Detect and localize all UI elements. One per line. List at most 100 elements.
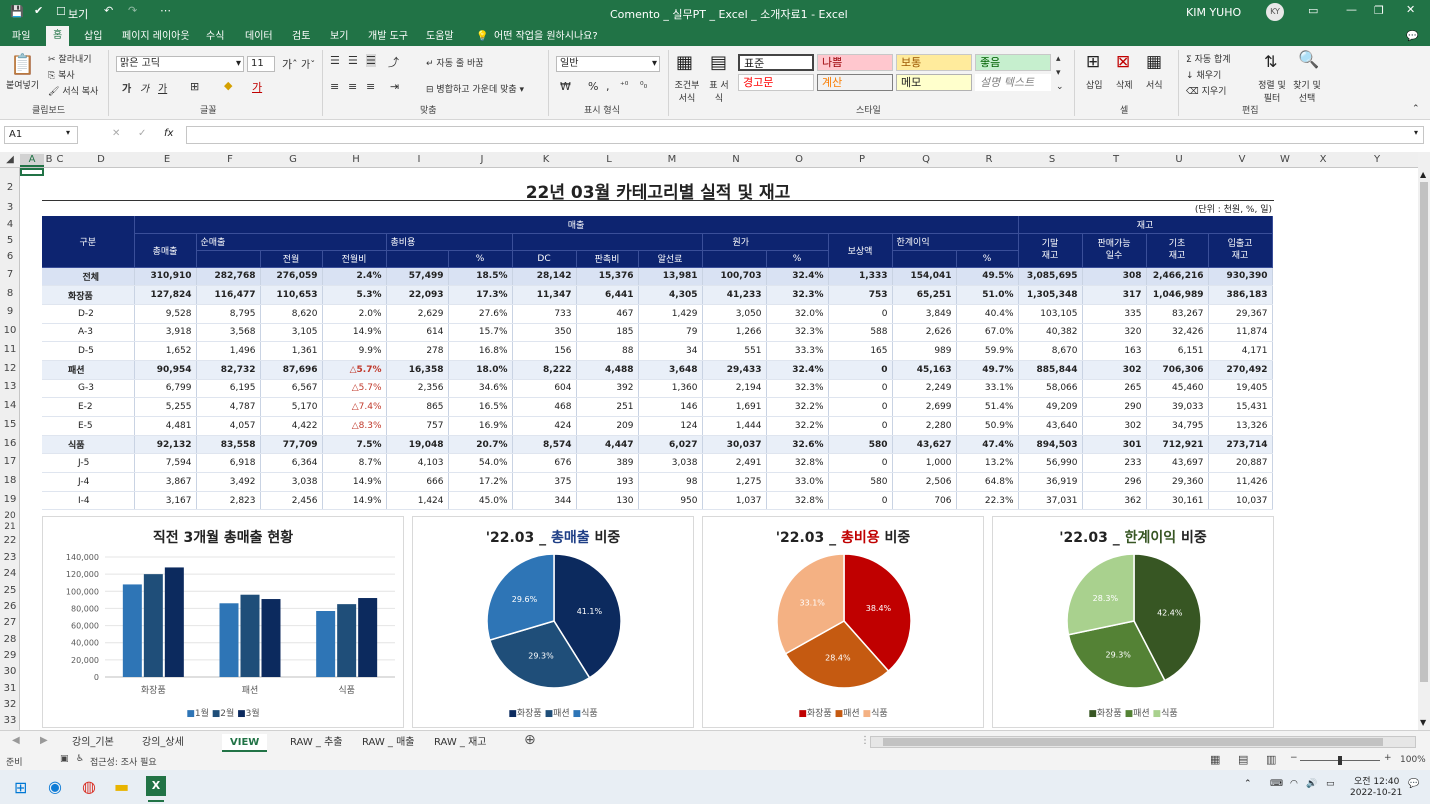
table-cell[interactable]: 580 [828, 472, 893, 492]
font-color-icon[interactable]: 가 [252, 79, 262, 95]
column-header[interactable]: L [578, 154, 640, 165]
table-cell[interactable]: 32.2% [766, 397, 829, 417]
table-cell[interactable]: 6,364 [260, 453, 323, 474]
table-cell[interactable]: 3,167 [134, 491, 197, 511]
table-cell[interactable]: 146 [638, 397, 703, 417]
function-icon[interactable]: fx [164, 128, 173, 139]
paste-button[interactable]: 붙여넣기 [6, 78, 39, 91]
prev-sheet-icon[interactable]: ◀ [12, 735, 20, 746]
table-cell[interactable]: 6,799 [134, 379, 197, 399]
table-cell[interactable]: 34,795 [1146, 416, 1209, 436]
table-cell[interactable]: 47.4% [956, 435, 1019, 455]
table-cell[interactable]: 77,709 [260, 435, 323, 455]
table-cell[interactable]: 344 [512, 491, 577, 511]
file-explorer-icon[interactable]: ▬ [114, 777, 129, 796]
hscroll-thumb[interactable] [883, 738, 1383, 746]
table-cell[interactable]: 1,266 [702, 323, 767, 343]
column-header[interactable]: I [388, 154, 450, 165]
table-cell[interactable]: 1,444 [702, 416, 767, 436]
table-cell[interactable]: 33.1% [956, 379, 1019, 399]
table-cell[interactable]: 14.9% [322, 323, 387, 343]
row-header[interactable]: 18 [0, 475, 20, 486]
indent-icon[interactable]: ⇥ [390, 80, 399, 93]
format-cells-icon[interactable]: ▦ [1146, 52, 1162, 72]
table-cell[interactable]: G-3 [42, 379, 135, 399]
tab-page-layout[interactable]: 페이지 레이아웃 [122, 28, 190, 46]
column-header[interactable]: S [1020, 154, 1084, 165]
tab-formulas[interactable]: 수식 [206, 28, 224, 46]
chevron-up-icon[interactable]: ⌃ [1244, 779, 1252, 789]
table-cell[interactable]: 1,429 [638, 304, 703, 324]
table-cell[interactable]: 34.6% [448, 379, 513, 399]
style-scroll-up-icon[interactable]: ▴ [1056, 54, 1061, 64]
table-cell[interactable]: 0 [828, 360, 893, 380]
table-cell[interactable]: 950 [638, 491, 703, 511]
table-cell[interactable]: 156 [512, 341, 577, 361]
row-header[interactable]: 23 [0, 552, 20, 563]
table-cell[interactable]: 320 [1082, 323, 1147, 343]
table-cell[interactable]: 865 [386, 397, 449, 417]
style-good[interactable]: 좋음 [975, 54, 1051, 71]
tab-help[interactable]: 도움말 [426, 28, 454, 46]
row-header[interactable]: 30 [0, 666, 20, 677]
horizontal-scrollbar[interactable] [870, 736, 1416, 748]
align-middle-icon[interactable]: ☰ [348, 54, 358, 67]
table-cell[interactable]: 185 [576, 323, 639, 343]
accessibility-status[interactable]: 접근성: 조사 필요 [90, 755, 157, 768]
table-cell[interactable]: 16,358 [386, 360, 449, 380]
table-cell[interactable]: D-2 [42, 304, 135, 324]
table-cell[interactable]: 4,447 [576, 435, 639, 455]
increase-decimal-icon[interactable]: ⁺⁰ [620, 81, 628, 91]
insert-cells-icon[interactable]: ⊞ [1086, 52, 1100, 72]
table-cell[interactable]: 32.4% [766, 360, 829, 380]
table-cell[interactable]: 29,367 [1208, 304, 1273, 324]
column-header[interactable]: P [830, 154, 894, 165]
table-cell[interactable]: 7,594 [134, 453, 197, 474]
table-cell[interactable]: 308 [1082, 267, 1147, 287]
table-cell[interactable]: 57,499 [386, 267, 449, 287]
table-cell[interactable]: 3,648 [638, 360, 703, 380]
table-cell[interactable]: 30,037 [702, 435, 767, 455]
table-cell[interactable]: 335 [1082, 304, 1147, 324]
table-cell[interactable]: 화장품 [42, 285, 135, 305]
find-select-button[interactable]: 찾기 및 선택 [1290, 78, 1324, 104]
table-cell[interactable]: 32.3% [766, 379, 829, 399]
table-cell[interactable]: 45.0% [448, 491, 513, 511]
table-cell[interactable]: 32.8% [766, 491, 829, 511]
align-right-icon[interactable]: ≡ [366, 80, 375, 93]
table-cell[interactable]: 4,422 [260, 416, 323, 436]
table-cell[interactable]: 30,161 [1146, 491, 1209, 511]
table-cell[interactable]: 0 [828, 453, 893, 474]
table-cell[interactable]: 296 [1082, 472, 1147, 492]
table-cell[interactable]: 2,456 [260, 491, 323, 511]
cancel-icon[interactable]: ✕ [112, 128, 120, 139]
table-cell[interactable]: 4,057 [196, 416, 261, 436]
copy-button[interactable]: ⎘ 복사 [48, 68, 75, 81]
table-cell[interactable]: 19,405 [1208, 379, 1273, 399]
table-cell[interactable]: 11,426 [1208, 472, 1273, 492]
select-all-corner[interactable]: ◢ [0, 154, 20, 165]
table-cell[interactable]: 43,627 [892, 435, 957, 455]
column-header[interactable]: N [704, 154, 768, 165]
redo-icon[interactable]: ↷ [128, 4, 137, 17]
row-header[interactable]: 20 [0, 511, 20, 521]
add-sheet-icon[interactable]: ⊕ [524, 732, 536, 748]
table-cell[interactable]: 0 [828, 397, 893, 417]
table-cell[interactable]: 32.4% [766, 267, 829, 287]
tab-review[interactable]: 검토 [292, 28, 310, 46]
column-header[interactable]: B [44, 154, 54, 165]
row-header[interactable]: 9 [0, 306, 20, 317]
wrap-text-button[interactable]: ↵ 자동 줄 바꿈 [426, 56, 484, 69]
table-cell[interactable]: 989 [892, 341, 957, 361]
windows-start-icon[interactable]: ⊞ [14, 778, 27, 797]
table-cell[interactable]: 88 [576, 341, 639, 361]
table-cell[interactable]: J-5 [42, 453, 135, 474]
table-cell[interactable]: 90,954 [134, 360, 197, 380]
avatar[interactable]: KY [1266, 3, 1284, 21]
row-header[interactable]: 8 [0, 288, 20, 299]
table-cell[interactable]: 8,574 [512, 435, 577, 455]
table-cell[interactable]: 18.0% [448, 360, 513, 380]
row-header[interactable]: 3 [0, 202, 20, 213]
table-cell[interactable]: 64.8% [956, 472, 1019, 492]
table-cell[interactable]: 3,492 [196, 472, 261, 492]
